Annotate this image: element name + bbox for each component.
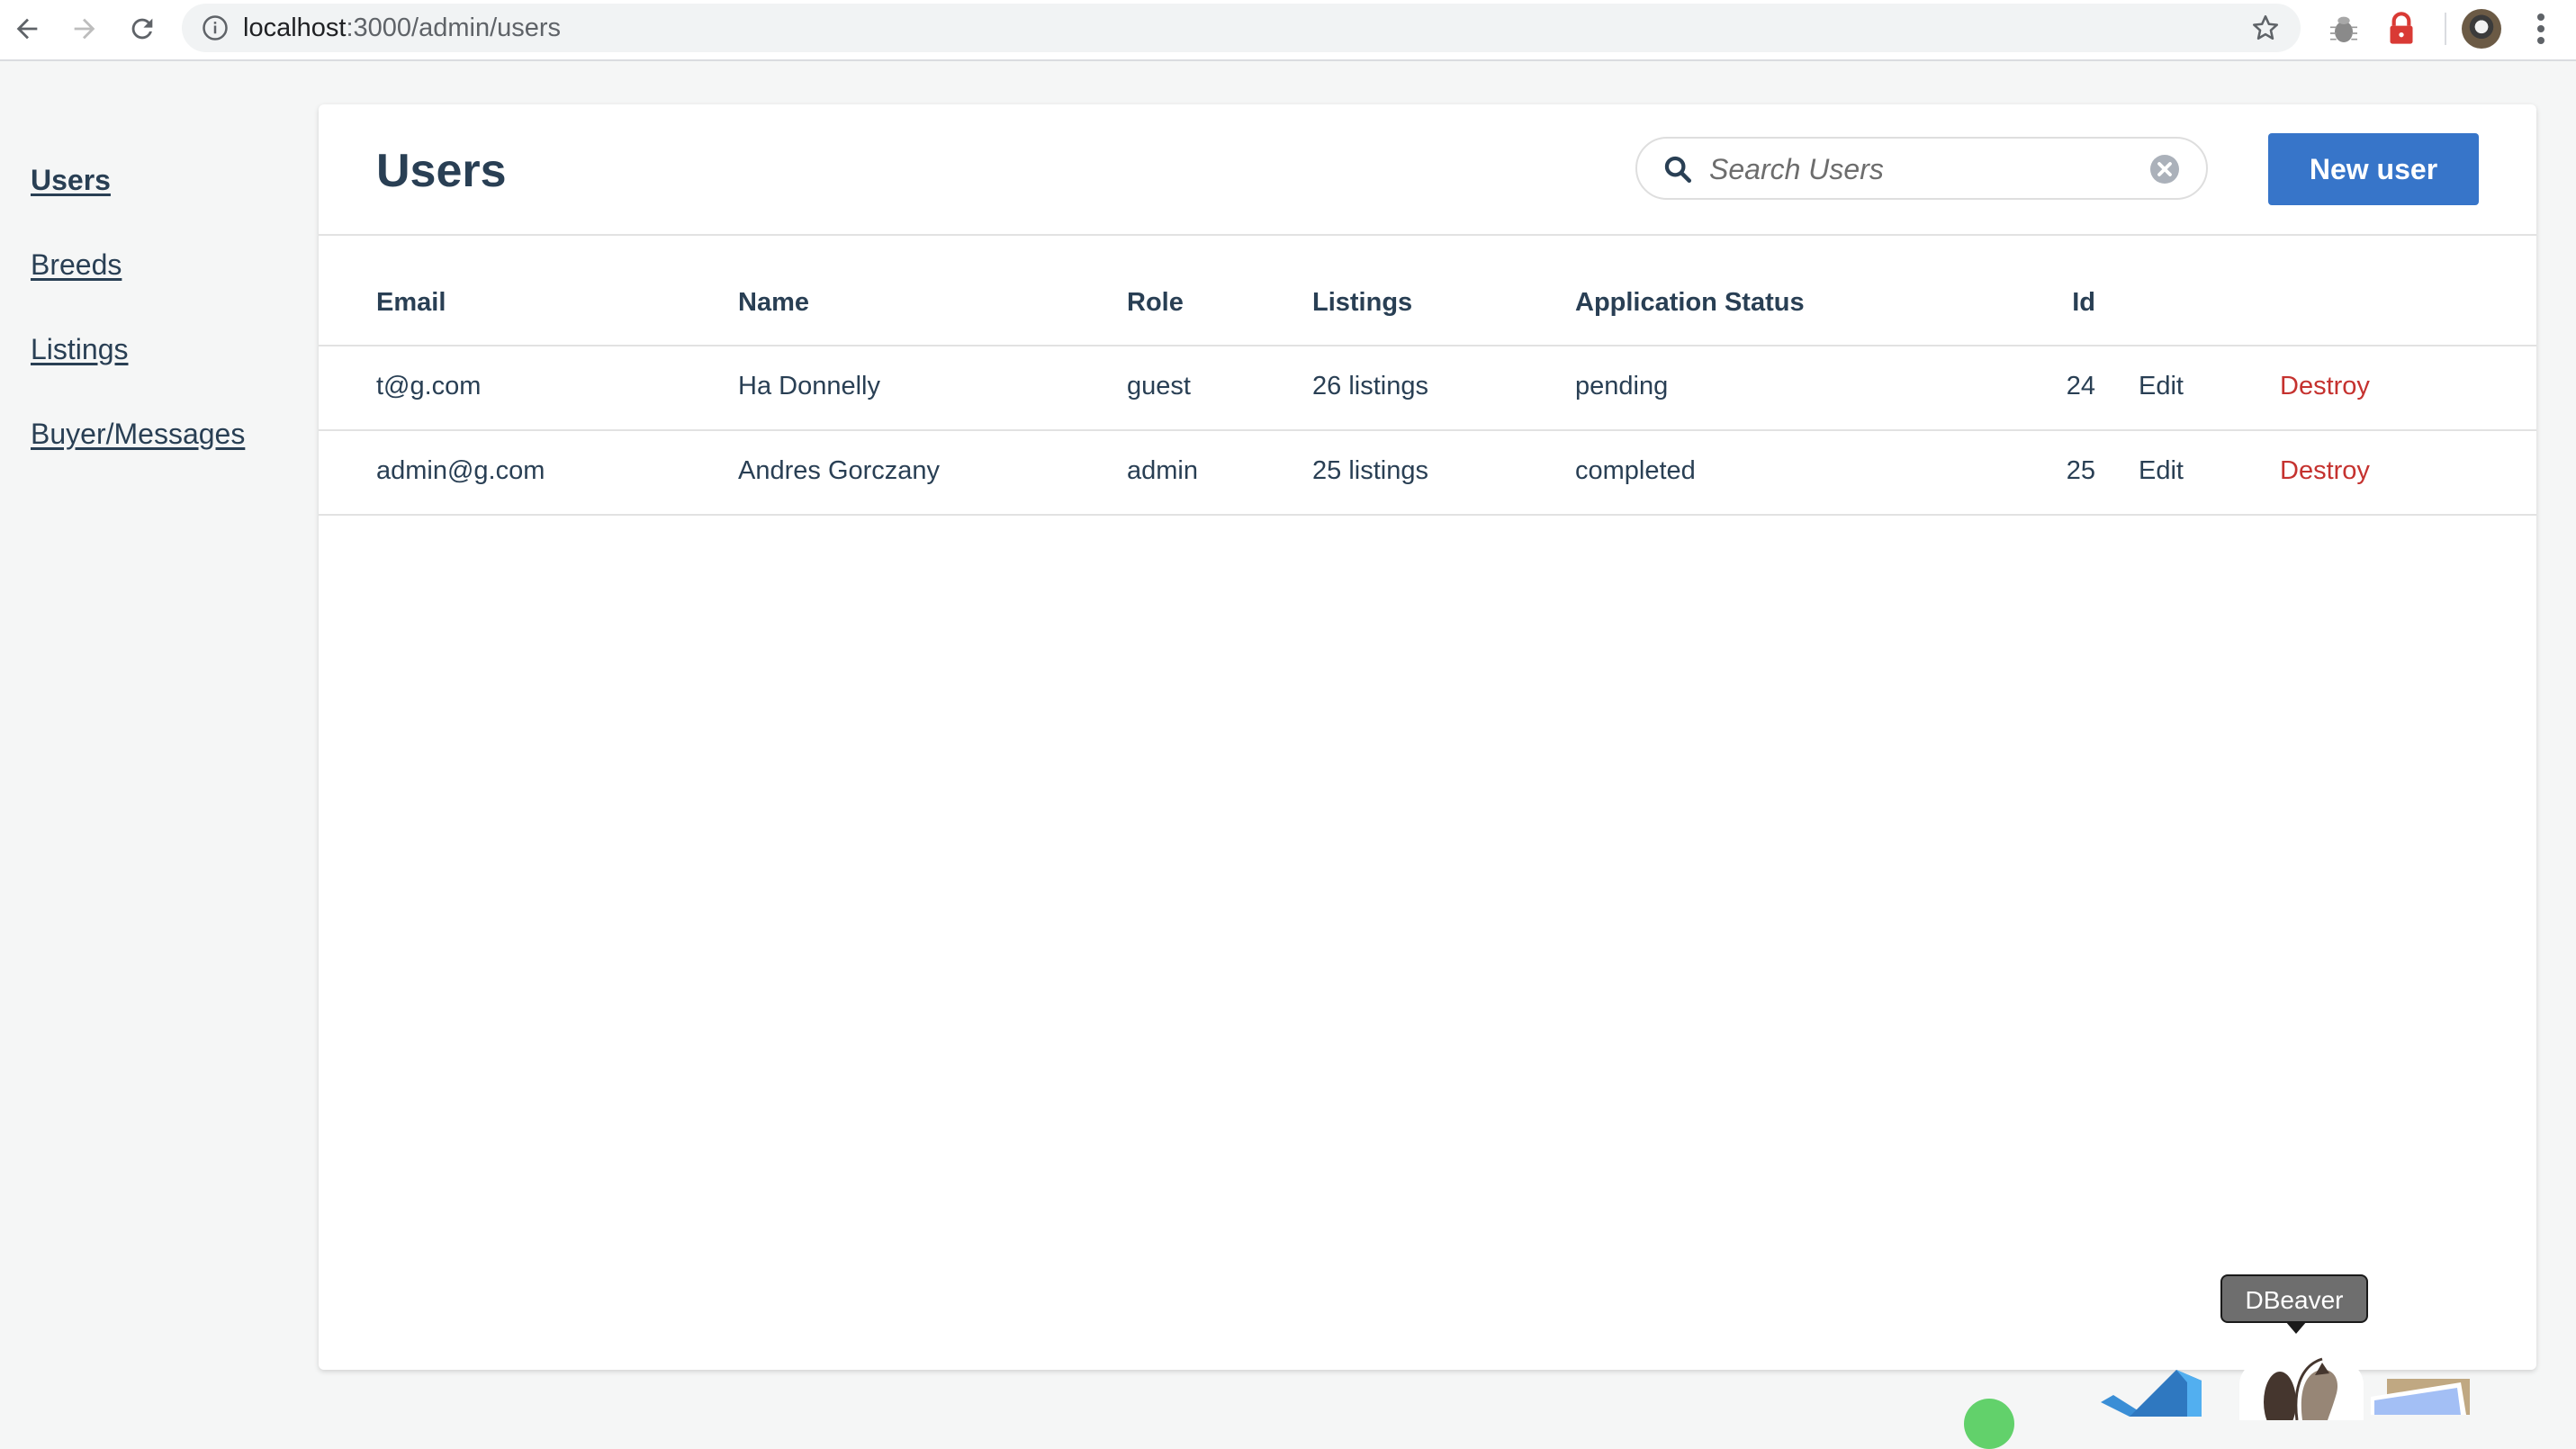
forward-button[interactable] — [65, 9, 104, 49]
users-table: Email Name Role Listings Application Sta… — [319, 234, 2536, 516]
table-row[interactable]: t@g.com Ha Donnelly guest 26 listings pe… — [319, 346, 2536, 431]
new-user-button[interactable]: New user — [2268, 133, 2479, 205]
bug-extension-icon[interactable] — [2326, 11, 2362, 47]
users-panel: Users New user Email Name Role Listings … — [319, 104, 2536, 1370]
cell-name: Ha Donnelly — [738, 372, 880, 400]
cell-email: t@g.com — [376, 372, 482, 400]
url-host: localhost — [243, 14, 347, 42]
more-menu-icon[interactable] — [2527, 11, 2554, 47]
cell-name: Andres Gorczany — [738, 456, 941, 485]
sidebar-item-listings[interactable]: Listings — [31, 322, 245, 407]
destroy-link[interactable]: Destroy — [2280, 372, 2370, 401]
reload-button[interactable] — [122, 9, 162, 49]
search-input[interactable] — [1707, 146, 2134, 193]
dock-tooltip: DBeaver — [2220, 1274, 2368, 1334]
cell-id: 24 — [2066, 372, 2095, 400]
url-text[interactable]: localhost:3000/admin/users — [243, 12, 561, 44]
column-header-id[interactable]: Id — [2029, 288, 2095, 318]
toolbar-divider — [2445, 13, 2446, 45]
dbeaver-icon[interactable] — [2239, 1348, 2364, 1420]
search-box — [1635, 137, 2208, 200]
profile-avatar[interactable] — [2462, 9, 2501, 49]
cell-listings: 26 listings — [1312, 372, 1428, 400]
vscode-icon[interactable] — [2094, 1363, 2218, 1417]
browser-toolbar: localhost:3000/admin/users — [0, 0, 2576, 61]
sidebar-item-breeds[interactable]: Breeds — [31, 238, 245, 322]
cell-listings: 25 listings — [1312, 456, 1428, 485]
forward-arrow-icon — [74, 18, 95, 40]
back-arrow-icon — [16, 18, 38, 40]
column-header-email[interactable]: Email — [376, 288, 446, 318]
green-app-icon[interactable] — [1964, 1399, 2014, 1449]
star-icon[interactable] — [2250, 13, 2281, 43]
destroy-link[interactable]: Destroy — [2280, 456, 2370, 486]
column-header-application-status[interactable]: Application Status — [1575, 288, 1805, 318]
info-icon[interactable] — [202, 14, 229, 41]
edit-link[interactable]: Edit — [2139, 456, 2184, 486]
lock-extension-icon[interactable] — [2383, 11, 2419, 47]
reload-icon — [131, 18, 153, 40]
url-path: :3000/admin/users — [346, 14, 562, 42]
preview-icon[interactable] — [2371, 1379, 2470, 1415]
sidebar-nav: Users Breeds Listings Buyer/Messages — [31, 153, 245, 491]
cell-role: admin — [1127, 456, 1198, 485]
address-bar[interactable]: localhost:3000/admin/users — [182, 4, 2301, 52]
search-icon — [1664, 156, 1692, 184]
column-header-role[interactable]: Role — [1127, 288, 1184, 318]
column-header-name[interactable]: Name — [738, 288, 809, 318]
sidebar-item-buyer-messages[interactable]: Buyer/Messages — [31, 407, 245, 491]
back-button[interactable] — [7, 9, 47, 49]
beaver-glyph — [2264, 1357, 2338, 1420]
table-row[interactable]: admin@g.com Andres Gorczany admin 25 lis… — [319, 431, 2536, 516]
page-title: Users — [376, 145, 507, 197]
panel-header: Users New user — [319, 104, 2536, 236]
cell-application-status: pending — [1575, 372, 1669, 400]
cell-email: admin@g.com — [376, 456, 545, 485]
cell-id: 25 — [2066, 456, 2095, 485]
table-header-row: Email Name Role Listings Application Sta… — [319, 234, 2536, 346]
clear-search-icon[interactable] — [2150, 155, 2179, 184]
column-header-listings[interactable]: Listings — [1312, 288, 1412, 318]
cell-application-status: completed — [1575, 456, 1696, 485]
sidebar-item-users[interactable]: Users — [31, 153, 245, 238]
edit-link[interactable]: Edit — [2139, 372, 2184, 401]
cell-role: guest — [1127, 372, 1191, 400]
